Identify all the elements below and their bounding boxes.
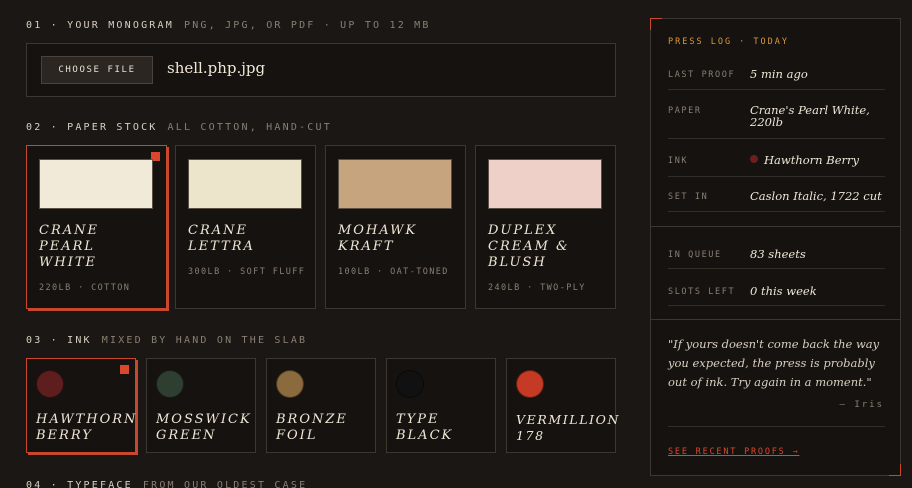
- section-subtitle: Mixed by hand on the slab: [101, 335, 308, 346]
- log-row-paper: Paper Crane's Pearl White, 220lb: [668, 103, 885, 139]
- press-log-title: Press Log · Today: [668, 37, 789, 47]
- file-upload-box: Choose File shell.php.jpg: [26, 43, 616, 97]
- paper-option-crane-lettra[interactable]: Crane Lettra 300lb · Soft fluff: [175, 145, 316, 309]
- corner-accent: [889, 464, 901, 476]
- ink-swatch: [276, 370, 304, 398]
- log-value-ink: Hawthorn Berry: [750, 154, 885, 166]
- log-row-set-in: Set In Caslon Italic, 1722 cut: [668, 189, 885, 212]
- selected-file-name: shell.php.jpg: [167, 59, 266, 77]
- paper-spec: 240lb · Two-ply: [488, 283, 586, 293]
- section-title: 03 · Ink: [26, 335, 92, 346]
- log-value: Caslon Italic, 1722 cut: [750, 189, 882, 203]
- paper-option-duplex-cream-blush[interactable]: Duplex Cream & Blush 240lb · Two-ply: [475, 145, 616, 309]
- section-ink-heading: 03 · Ink Mixed by hand on the slab: [26, 335, 307, 346]
- log-label: Set In: [668, 192, 709, 202]
- panel-divider: [651, 319, 900, 320]
- ink-name: Mosswick Green: [156, 412, 252, 443]
- section-subtitle: From our oldest case: [142, 480, 308, 488]
- paper-spec: 220lb · Cotton: [39, 283, 131, 293]
- log-label: Last Proof: [668, 70, 736, 80]
- section-title: 02 · Paper Stock: [26, 122, 158, 133]
- log-label: Ink: [668, 156, 689, 166]
- log-value: 83 sheets: [750, 247, 806, 261]
- quote-attribution: — Iris: [839, 400, 884, 410]
- see-recent-proofs-link[interactable]: See recent proofs →: [668, 447, 799, 457]
- paper-spec: 300lb · Soft fluff: [188, 267, 306, 277]
- log-value: 5 min ago: [750, 67, 808, 81]
- corner-accent: [650, 18, 662, 30]
- ink-name: Hawthorn Berry: [36, 412, 138, 443]
- section-paper-heading: 02 · Paper Stock All cotton, hand-cut: [26, 122, 332, 133]
- section-title: 04 · Typeface: [26, 480, 133, 488]
- log-label: Slots Left: [668, 287, 736, 297]
- log-value: Crane's Pearl White, 220lb: [750, 103, 870, 129]
- paper-name: Duplex Cream & Blush: [488, 223, 570, 270]
- paper-swatch: [188, 159, 302, 209]
- log-value: Hawthorn Berry: [764, 153, 859, 167]
- section-title: 01 · Your Monogram: [26, 20, 174, 31]
- ink-name: Bronze Foil: [276, 412, 348, 443]
- paper-name: Mohawk Kraft: [338, 223, 418, 254]
- selected-marker: [120, 365, 129, 374]
- ink-option-mosswick-green[interactable]: Mosswick Green: [146, 358, 256, 453]
- log-row-slots-left: Slots Left 0 this week: [668, 284, 885, 306]
- ink-swatch: [36, 370, 64, 398]
- section-subtitle: PNG, JPG, or PDF · up to 12 MB: [183, 20, 431, 31]
- press-log-panel: Press Log · Today Last Proof 5 min ago P…: [650, 18, 901, 476]
- paper-name: Crane Lettra: [188, 223, 255, 254]
- paper-swatch: [338, 159, 452, 209]
- paper-name: Crane Pearl White: [39, 223, 99, 270]
- log-row-in-queue: In Queue 83 sheets: [668, 247, 885, 269]
- ink-option-bronze-foil[interactable]: Bronze Foil: [266, 358, 376, 453]
- paper-swatch: [39, 159, 153, 209]
- log-label: In Queue: [668, 250, 722, 260]
- section-monogram-heading: 01 · Your Monogram PNG, JPG, or PDF · up …: [26, 20, 431, 31]
- paper-option-crane-pearl-white[interactable]: Crane Pearl White 220lb · Cotton: [26, 145, 167, 309]
- paper-spec: 100lb · Oat-toned: [338, 267, 449, 277]
- ink-option-type-black[interactable]: Type Black: [386, 358, 496, 453]
- choose-file-button[interactable]: Choose File: [41, 56, 153, 84]
- ink-swatch: [156, 370, 184, 398]
- log-row-ink: Ink Hawthorn Berry: [668, 153, 885, 177]
- panel-divider: [651, 226, 900, 227]
- paper-option-mohawk-kraft[interactable]: Mohawk Kraft 100lb · Oat-toned: [325, 145, 466, 309]
- ink-option-hawthorn-berry[interactable]: Hawthorn Berry: [26, 358, 136, 453]
- ink-swatch: [516, 370, 544, 398]
- paper-swatch: [488, 159, 602, 209]
- ink-name: Type Black: [396, 412, 454, 443]
- press-quote: "If yours doesn't come back the way you …: [668, 337, 880, 389]
- divider: [668, 426, 885, 427]
- ink-option-vermillion-178[interactable]: Vermillion 178: [506, 358, 618, 453]
- section-typeface-heading: 04 · Typeface From our oldest case: [26, 480, 307, 488]
- ink-color-dot: [750, 155, 758, 163]
- log-value: 0 this week: [750, 284, 817, 298]
- log-row-last-proof: Last Proof 5 min ago: [668, 67, 885, 90]
- ink-name: Vermillion 178: [516, 412, 621, 443]
- section-subtitle: All cotton, hand-cut: [167, 122, 332, 133]
- log-label: Paper: [668, 106, 702, 116]
- ink-swatch: [396, 370, 424, 398]
